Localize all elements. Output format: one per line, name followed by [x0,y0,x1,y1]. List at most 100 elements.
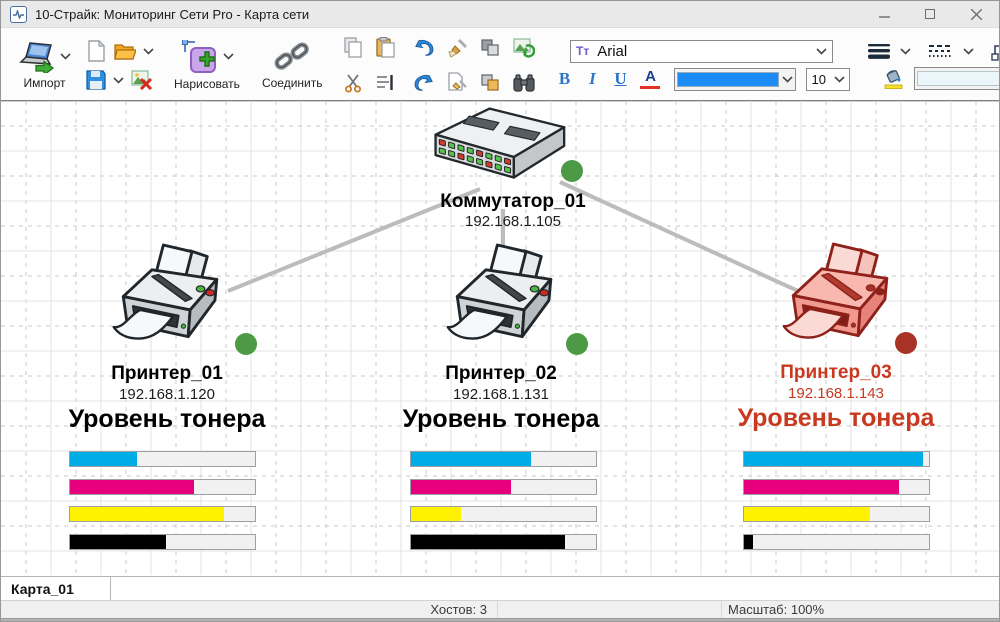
app-logo-icon [10,6,27,23]
map-tab-bar: Карта_01 [1,576,999,600]
link-icon [273,41,311,73]
toner-panel-printer-02 [410,451,597,561]
toner-bar-yellow [743,506,930,522]
cut-button[interactable] [342,72,364,94]
italic-button[interactable]: I [580,69,604,89]
save-map-button[interactable] [85,69,107,91]
node-name-printer-03: Принтер_03 [716,362,956,384]
find-button[interactable] [512,73,536,93]
toner-bar-black [743,534,930,550]
title-bar: 10-Страйк: Мониторинг Сети Pro - Карта с… [1,1,999,28]
toner-title-printer-03: Уровень тонера [706,404,966,433]
map-canvas[interactable]: Коммутатор_01 192.168.1.105 Принтер_01 1… [1,100,999,576]
line-color-select[interactable] [674,68,796,91]
paste-button[interactable] [374,36,396,59]
status-dot-switch [561,160,583,182]
toner-bar-cyan [410,451,597,467]
send-backward-button[interactable] [479,37,502,59]
toner-title-printer-02: Уровень тонера [371,405,631,434]
clear-format-button[interactable] [446,71,469,94]
brush-button[interactable] [446,37,469,59]
draw-shape-icon [179,40,219,74]
zoom-level: Масштаб: 100% [722,601,999,618]
delete-map-button[interactable] [130,69,154,91]
window-title: 10-Страйк: Мониторинг Сети Pro - Карта с… [35,7,309,22]
fill-color-button[interactable] [882,67,906,90]
font-size-value: 10 [811,72,831,87]
font-name-value: Arial [597,43,813,60]
tab-karta-01[interactable]: Карта_01 [1,577,111,600]
import-laptop-icon [18,41,56,73]
node-ip-printer-02: 192.168.1.131 [381,386,621,403]
toner-bar-yellow [69,506,256,522]
printer-icon [778,240,904,353]
node-printer-01[interactable] [108,241,234,354]
node-name-printer-02: Принтер_02 [381,363,621,385]
font-size-select[interactable]: 10 [806,68,850,91]
bring-forward-button[interactable] [479,72,502,94]
chevron-down-icon [782,76,793,83]
underline-button[interactable]: U [608,69,632,89]
fill-color-select[interactable] [914,67,1000,90]
toner-bar-magenta [743,479,930,495]
maximize-button[interactable] [907,1,953,27]
toner-bar-magenta [69,479,256,495]
chevron-down-icon[interactable] [143,48,154,55]
node-ip-switch: 192.168.1.105 [393,213,633,230]
open-map-button[interactable] [113,40,137,62]
undo-button[interactable] [412,37,436,59]
toner-panel-printer-01 [69,451,256,561]
chevron-down-icon[interactable] [113,77,124,84]
status-dot-printer-01 [235,333,257,355]
node-printer-03[interactable] [778,240,904,353]
redo-button[interactable] [412,72,436,94]
node-name-switch: Коммутатор_01 [393,191,633,213]
printer-icon [442,241,568,354]
connector-type-button[interactable] [990,40,1000,62]
status-dot-printer-02 [566,333,588,355]
switch-icon[interactable] [428,103,568,185]
import-button[interactable]: Импорт [14,39,75,92]
bold-button[interactable]: B [552,69,576,89]
copy-button[interactable] [342,36,364,59]
close-button[interactable] [953,1,999,27]
chevron-down-icon [60,53,71,60]
font-icon: Tт [576,44,589,58]
refresh-map-button[interactable] [512,37,536,59]
toner-bar-black [410,534,597,550]
chevron-down-icon[interactable] [963,48,974,55]
chevron-down-icon [223,53,234,60]
draw-label: Нарисовать [174,77,240,91]
chevron-down-icon [834,76,845,83]
toner-bar-yellow [410,506,597,522]
line-color-swatch [677,72,779,87]
status-bar: Хостов: 3 Масштаб: 100% [1,600,999,618]
status-spacer [498,601,722,618]
connect-button[interactable]: Соединить [258,39,327,92]
node-printer-02[interactable] [442,241,568,354]
hosts-count: Хостов: 3 [1,601,498,618]
status-dot-printer-03 [895,332,917,354]
printer-icon [108,241,234,354]
chevron-down-icon[interactable] [900,48,911,55]
node-ip-printer-03: 192.168.1.143 [716,385,956,402]
line-style-button[interactable] [927,42,955,60]
node-name-printer-01: Принтер_01 [47,363,287,385]
toner-title-printer-01: Уровень тонера [37,405,297,434]
font-color-button[interactable]: A [640,69,660,89]
chevron-down-icon [816,48,827,55]
font-family-select[interactable]: Tт Arial [570,40,833,63]
new-map-button[interactable] [85,39,107,63]
connect-label: Соединить [262,76,323,90]
toner-bar-cyan [69,451,256,467]
toolbar: Импорт [1,28,999,101]
window-bottom-edge [1,618,999,621]
line-width-button[interactable] [866,42,892,60]
minimize-button[interactable] [861,1,907,27]
toner-bar-cyan [743,451,930,467]
arrange-button[interactable] [374,73,396,93]
draw-button[interactable]: Нарисовать [170,38,244,93]
app-window: 10-Страйк: Мониторинг Сети Pro - Карта с… [0,0,1000,622]
fill-color-swatch [917,71,1000,86]
node-ip-printer-01: 192.168.1.120 [47,386,287,403]
